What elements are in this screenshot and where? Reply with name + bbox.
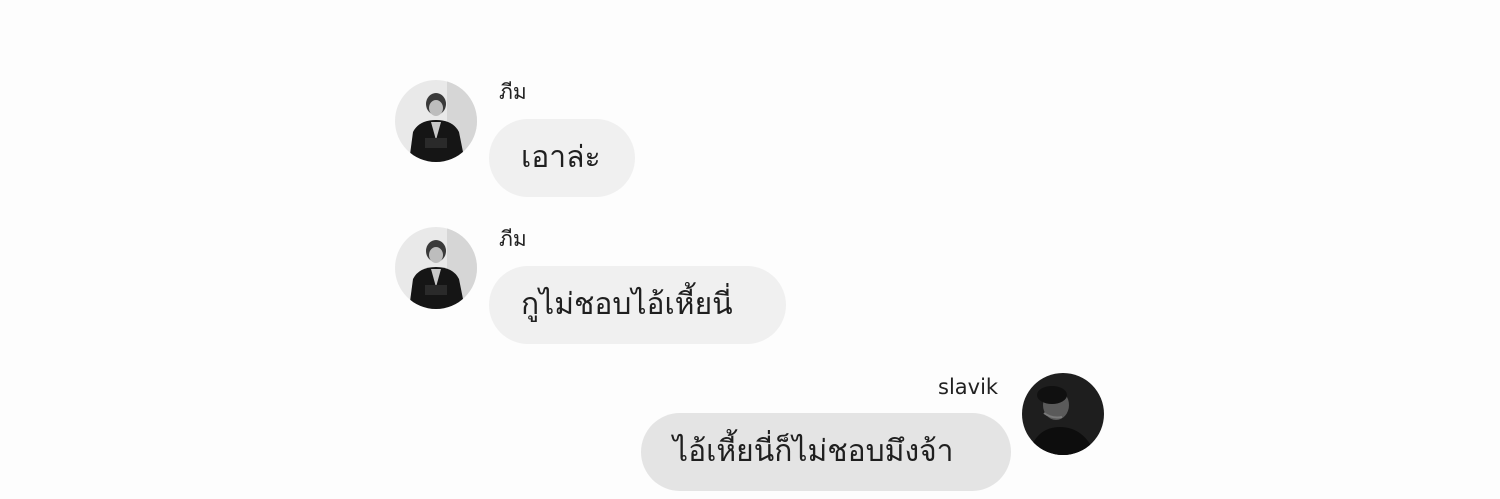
user-avatar[interactable] xyxy=(395,80,477,162)
sender-name: ภีม xyxy=(499,80,527,104)
sender-name: ภีม xyxy=(499,227,527,251)
person-photo-icon xyxy=(395,80,477,162)
message-bubble[interactable]: กูไม่ชอบไอ้เหี้ยนี่ xyxy=(489,266,786,344)
message-bubble[interactable]: ไอ้เหี้ยนี่ก็ไม่ชอบมึงจ้า xyxy=(641,413,1011,491)
message-bubble[interactable]: เอาล่ะ xyxy=(489,119,635,197)
person-photo-icon xyxy=(395,227,477,309)
chat-thread: ภีม เอาล่ะ ภีม กูไม่ชอบไอ้เหี้ยนี่ slavi… xyxy=(0,0,1500,499)
user-avatar[interactable] xyxy=(1022,373,1104,455)
user-avatar[interactable] xyxy=(395,227,477,309)
person-photo-icon xyxy=(1022,373,1104,455)
sender-name: slavik xyxy=(938,375,999,399)
